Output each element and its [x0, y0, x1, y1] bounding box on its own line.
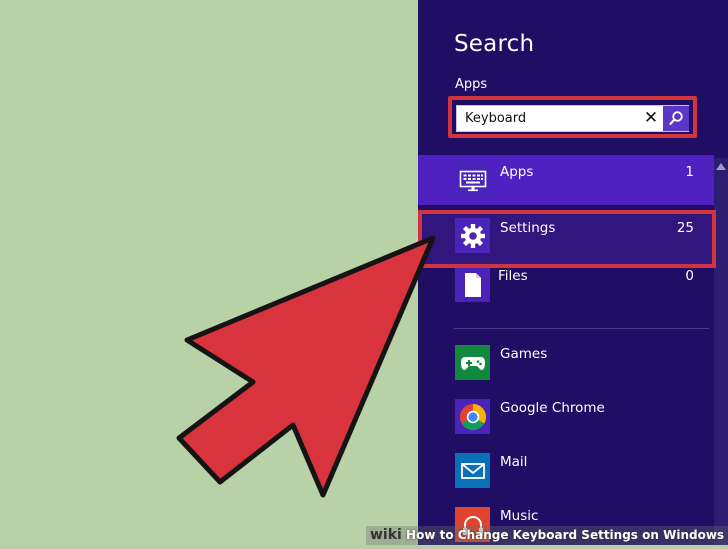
pointer-arrow-annotation	[176, 235, 436, 498]
category-label: Files	[498, 268, 528, 284]
app-result-games[interactable]: Games	[418, 337, 714, 387]
app-label: Google Chrome	[500, 400, 605, 416]
search-input[interactable]	[457, 106, 645, 131]
search-scope-label: Apps	[455, 77, 488, 92]
category-count: 0	[685, 268, 694, 284]
keyboard-icon	[455, 163, 490, 198]
search-icon	[669, 111, 683, 125]
category-label: Settings	[500, 220, 556, 236]
close-icon: ✕	[643, 108, 659, 128]
search-title: Search	[454, 31, 535, 57]
search-box[interactable]: ✕	[456, 105, 689, 132]
app-result-mail[interactable]: Mail	[418, 445, 714, 495]
watermark-brand: wiki	[370, 527, 402, 543]
category-count: 1	[685, 164, 694, 180]
app-label: Games	[500, 346, 548, 362]
category-count: 25	[676, 220, 694, 236]
search-charm-pane: Search Apps ✕	[418, 0, 728, 545]
results-scrollbar[interactable]	[714, 158, 728, 545]
gear-icon	[455, 218, 490, 253]
mail-icon	[455, 453, 490, 488]
watermark-title: How to Change Keyboard Settings on Windo…	[406, 528, 728, 542]
search-submit-button[interactable]	[663, 106, 689, 131]
watermark-banner: wiki How to Change Keyboard Settings on …	[366, 526, 728, 545]
results-divider	[454, 328, 709, 329]
app-result-google-chrome[interactable]: Google Chrome	[418, 391, 714, 441]
category-settings[interactable]: Settings 25	[418, 210, 716, 268]
category-label: Apps	[500, 164, 534, 180]
app-label: Music	[500, 508, 539, 524]
gamepad-icon	[455, 345, 490, 380]
chrome-icon	[455, 399, 490, 434]
document-icon	[455, 267, 490, 302]
clear-search-button[interactable]: ✕	[641, 108, 661, 129]
category-apps[interactable]: Apps 1	[418, 155, 714, 205]
scroll-up-arrow-icon[interactable]	[716, 163, 726, 170]
app-label: Mail	[500, 454, 528, 470]
